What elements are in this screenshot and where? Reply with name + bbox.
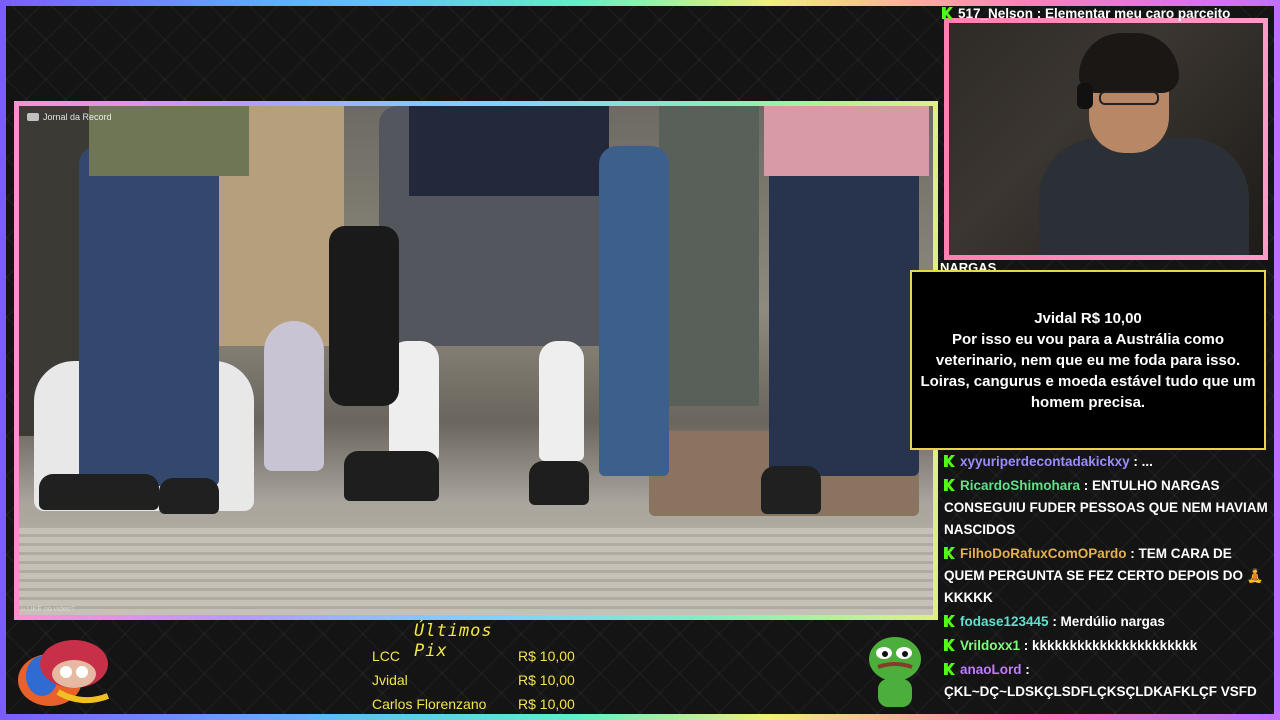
sneaker [529,461,589,505]
chat-text: : kkkkkkkkkkkkkkkkkkkkkk [1020,638,1198,653]
alert-message: Por isso eu vou para a Austrália como ve… [920,330,1256,411]
pedestrian-background [264,321,324,471]
video-watermark: Jornal da Record [27,112,112,122]
pix-amount: R$ 10,00 [518,648,575,664]
chat-message: xyyuriperdecontadakickxy : ... [940,450,1272,474]
pix-amount: R$ 10,00 [518,672,575,688]
chat-message-partial: 517_Nelson : Elementar meu caro parceito [942,6,1262,26]
chat-text: : ... [1129,454,1153,469]
chat-username[interactable]: Vrildoxx1 [960,638,1020,653]
pedestrian-legs [79,146,219,486]
pepe-icon [864,631,926,711]
pix-list: LCC R$ 10,00 Jvidal R$ 10,00 Carlos Florenza… [372,644,632,714]
chat-username[interactable]: FilhoDoRafuxComOPardo [960,546,1127,561]
kick-badge-icon [944,639,955,651]
chat-username[interactable]: RicardoShimohara [960,478,1080,493]
pedestrian-jeans-right [769,146,919,476]
chat-message: FilhoDoRafuxComOPardo : TEM CARA DE QUEM… [940,542,1272,610]
video-frame: Jornal da Record u LIKE no vídeo? [14,101,938,620]
sidewalk [19,525,933,615]
shoe [159,478,219,514]
kick-badge-icon [944,455,955,467]
stream-overlay-frame: Jornal da Record u LIKE no vídeo? 517_Ne… [0,0,1280,720]
pedestrian-pink-shirt [764,106,929,176]
pix-title: Últimos Pix [414,621,493,661]
pedestrian-jeans [599,146,669,476]
pix-donor-name: Jvidal [372,672,408,688]
chat-username[interactable]: anaoLord [960,662,1022,677]
sneaker [344,451,439,501]
video-player[interactable]: Jornal da Record u LIKE no vídeo? [19,106,933,615]
pix-row: LCC R$ 10,00 [372,644,632,668]
kick-badge-icon [944,547,955,559]
pix-row: Jvidal R$ 10,00 [372,668,632,692]
kick-badge-icon [944,615,955,627]
alert-donor: Jvidal R$ 10,00 [1034,309,1142,327]
kick-badge-icon [942,7,953,19]
mascot-icon [12,626,122,714]
shoe [761,466,821,514]
chat-username[interactable]: fodase123445 [960,614,1049,629]
chat-username[interactable]: xyyuriperdecontadakickxy [960,454,1130,469]
chat-text: : Merdúlio nargas [1048,614,1165,629]
chat-message: fodase123445 : Merdúlio nargas [940,610,1272,634]
chat-message: anaoLord : ÇKL~DÇ~LDSKÇLSDFLÇKSÇLDKAFKLÇ… [940,658,1272,704]
backpack [329,226,399,406]
chat-messages: xyyuriperdecontadakickxy : ... RicardoShi… [940,450,1272,704]
pix-donor-name: Carlos Florenzano [372,696,487,712]
chat-text: 517_Nelson : Elementar meu caro parceito [958,6,1231,21]
pix-amount: R$ 10,00 [518,696,575,712]
sock [539,341,584,461]
kick-badge-icon [944,479,955,491]
overlay-background: Jornal da Record u LIKE no vídeo? 517_Ne… [6,6,1274,714]
chat-message: Vrildoxx1 : kkkkkkkkkkkkkkkkkkkkkk [940,634,1272,658]
watermark-text: Jornal da Record [43,112,112,122]
kick-badge-icon [944,663,955,675]
street-background [659,106,759,406]
pedestrian-shirt-dark [409,106,609,196]
video-corner-text: u LIKE no vídeo? [21,606,75,613]
chat-message: RicardoShimohara : ENTULHO NARGAS CONSEG… [940,474,1272,542]
youtube-icon [27,113,39,121]
donation-alert: Jvidal R$ 10,00 Por isso eu vou para a A… [910,270,1266,450]
pedestrian-shirt [89,106,249,176]
shoe [39,474,159,510]
pix-donor-name: LCC [372,648,401,664]
pix-row: Carlos Florenzano R$ 10,00 [372,692,632,714]
